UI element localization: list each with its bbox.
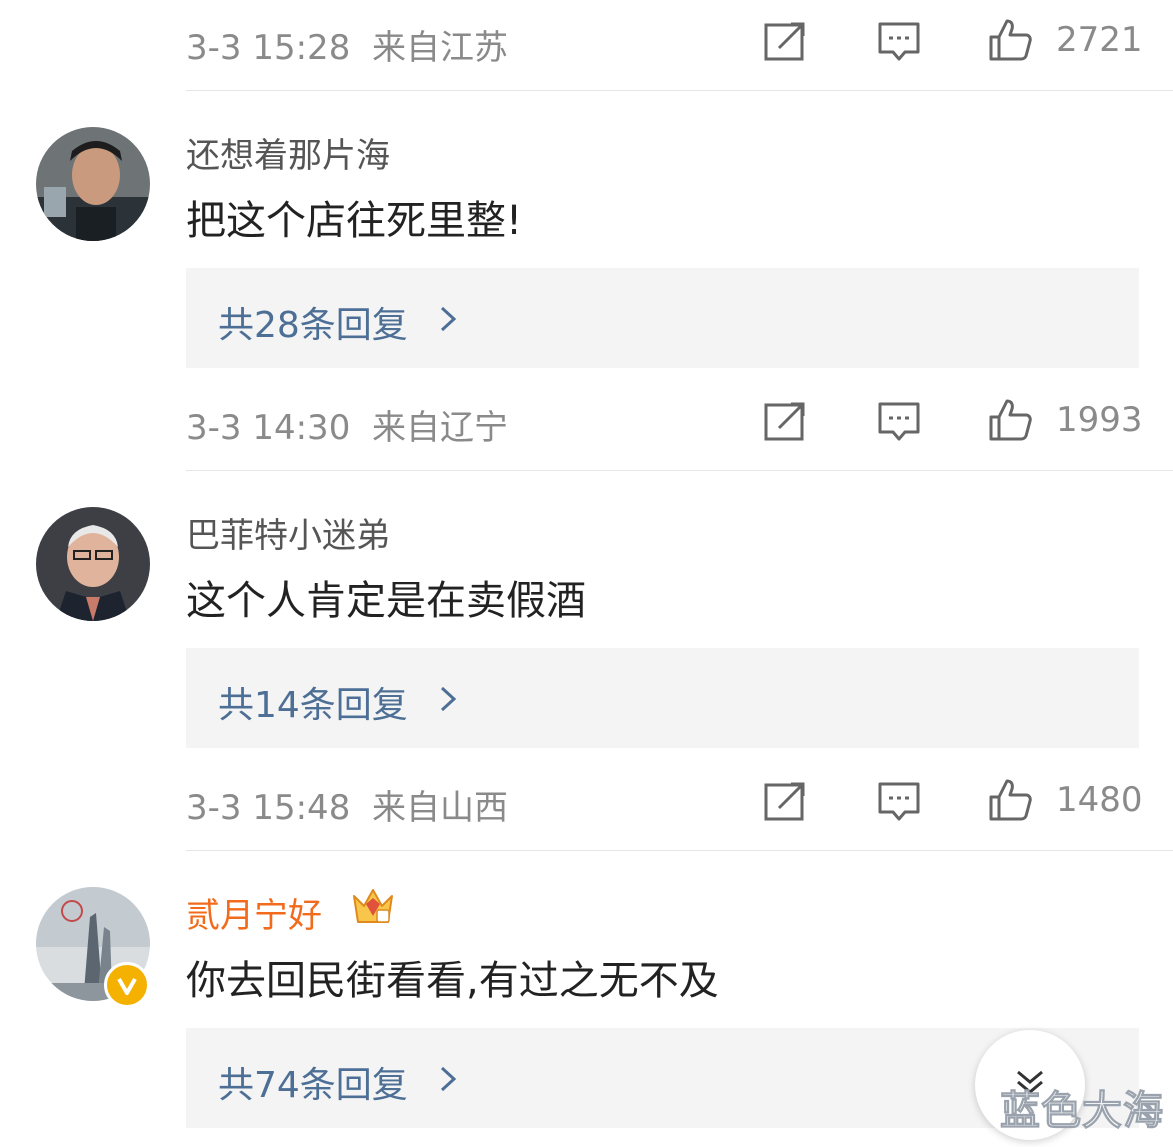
comment-meta-row: 3-3 15:48 来自山西 1480 xyxy=(0,760,1173,850)
chevron-right-icon xyxy=(440,686,457,712)
crown-icon xyxy=(353,889,393,923)
comment-meta-row: 3-3 14:30 来自辽宁 1993 xyxy=(0,380,1173,470)
like-count: 2721 xyxy=(1056,20,1143,60)
comment-icon[interactable] xyxy=(877,20,921,64)
avatar[interactable] xyxy=(36,507,150,621)
like-count: 1480 xyxy=(1056,780,1143,820)
thumbs-up-icon[interactable] xyxy=(988,17,1032,61)
watermark: 蓝色大海 xyxy=(1000,1088,1164,1135)
comment-datetime: 3-3 14:30 来自辽宁 xyxy=(186,408,508,448)
comment-datetime: 3-3 15:28 来自江苏 xyxy=(186,28,508,68)
comment-text: 你去回民街看看,有过之无不及 xyxy=(186,958,719,1004)
username[interactable]: 还想着那片海 xyxy=(186,128,390,177)
share-icon[interactable] xyxy=(763,20,807,64)
avatar[interactable] xyxy=(36,127,150,241)
reply-count-link[interactable]: 共28条回复 xyxy=(218,296,408,348)
username[interactable]: 贰月宁好 xyxy=(186,888,322,937)
reply-summary[interactable]: 共14条回复 xyxy=(186,648,1139,748)
reply-count-link[interactable]: 共74条回复 xyxy=(218,1056,408,1108)
username[interactable]: 巴菲特小迷弟 xyxy=(186,508,390,557)
verified-v-icon xyxy=(104,962,150,1008)
comment-datetime: 3-3 15:48 来自山西 xyxy=(186,788,508,828)
comment-icon[interactable] xyxy=(877,400,921,444)
comment-icon[interactable] xyxy=(877,780,921,824)
divider xyxy=(186,470,1173,471)
divider xyxy=(186,850,1173,851)
like-count: 1993 xyxy=(1056,400,1143,440)
chevron-right-icon xyxy=(440,1066,457,1092)
chevron-right-icon xyxy=(440,306,457,332)
share-icon[interactable] xyxy=(763,400,807,444)
comment-text: 把这个店往死里整! xyxy=(186,198,523,244)
comment-meta-row: 3-3 15:28 来自江苏 2721 xyxy=(0,0,1173,90)
reply-summary[interactable]: 共28条回复 xyxy=(186,268,1139,368)
reply-count-link[interactable]: 共14条回复 xyxy=(218,676,408,728)
comment-text: 这个人肯定是在卖假酒 xyxy=(186,578,586,624)
share-icon[interactable] xyxy=(763,780,807,824)
thumbs-up-icon[interactable] xyxy=(988,397,1032,441)
thumbs-up-icon[interactable] xyxy=(988,777,1032,821)
divider xyxy=(186,90,1173,91)
